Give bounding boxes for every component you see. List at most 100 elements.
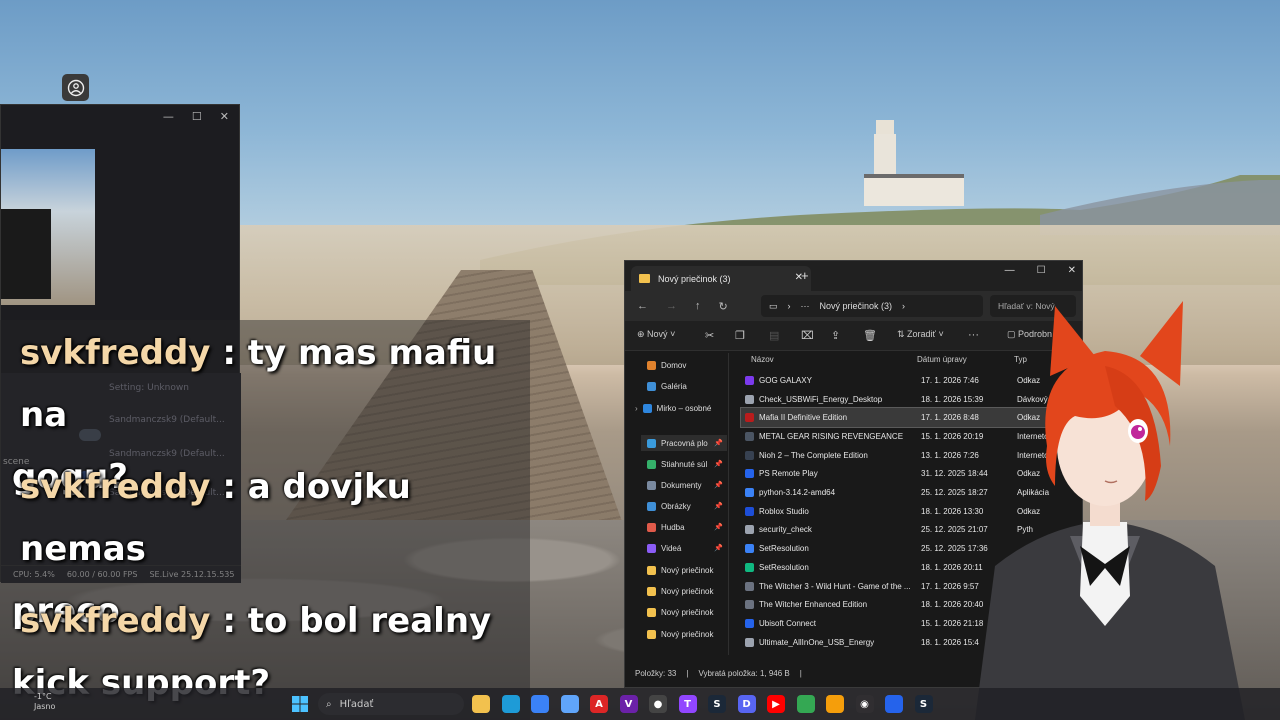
sidebar-item-videos[interactable]: Videá 📌 — [647, 540, 727, 556]
file-name: SetResolution — [759, 562, 809, 572]
up-arrow-icon[interactable]: ↑ — [695, 300, 701, 312]
sidebar-item-label: Mirko – osobné — [656, 403, 712, 413]
store-icon[interactable] — [531, 695, 549, 713]
sidebar-item-gallery[interactable]: Galéria — [647, 378, 727, 394]
app-15-icon[interactable] — [885, 695, 903, 713]
item-count: Položky: 33 — [635, 668, 677, 678]
close-button[interactable]: ✕ — [1068, 265, 1076, 276]
file-icon — [745, 600, 754, 610]
obs-icon[interactable]: ◉ — [855, 695, 874, 713]
desktop-icon — [647, 438, 656, 448]
file-name: Mafia II Definitive Edition — [759, 413, 848, 423]
file-icon — [745, 544, 754, 554]
file-icon — [745, 618, 754, 628]
file-icon — [745, 488, 754, 498]
taskbar: -1°C Jasno ⌕ Hľadať A V ● T S D ▶ ◉ S — [0, 688, 1280, 720]
refresh-icon[interactable]: ↻ — [719, 300, 728, 313]
gallery-icon — [647, 381, 656, 391]
file-icon — [745, 413, 754, 423]
github-icon[interactable]: ● — [649, 695, 667, 713]
sidebar-item-label: Videá — [661, 543, 682, 553]
amd-icon[interactable]: A — [590, 695, 608, 713]
minimize-icon[interactable]: — — [163, 110, 174, 123]
windows-start-icon[interactable] — [292, 696, 308, 712]
delete-icon[interactable]: 🗑 — [863, 329, 877, 342]
file-icon — [745, 637, 754, 647]
sidebar-item-desktop[interactable]: Pracovná plo 📌 — [641, 435, 727, 451]
tab-title: Nový priečinok (3) — [658, 273, 731, 284]
sidebar-item-folder[interactable]: Nový priečinok — [647, 583, 727, 599]
file-name: GOG GALAXY — [759, 375, 812, 385]
tab-folder[interactable]: Nový priečinok (3) ✕ — [631, 266, 811, 291]
file-name: security_check — [759, 525, 812, 535]
edge-icon[interactable] — [501, 695, 520, 713]
sidebar-item-music[interactable]: Hudba 📌 — [647, 519, 727, 535]
folder-icon — [647, 607, 656, 617]
minimize-button[interactable]: — — [1005, 265, 1015, 276]
sidebar-item-downloads[interactable]: Stiahnuté súl 📌 — [647, 456, 727, 472]
chevron-right-icon[interactable]: › — [635, 404, 638, 413]
app-4-icon[interactable] — [560, 695, 579, 713]
pin-icon: 📌 — [714, 440, 723, 447]
accessibility-icon[interactable] — [62, 74, 89, 101]
new-button[interactable]: ⊕ Nový ˅ — [637, 329, 675, 340]
steam-2-icon[interactable]: S — [914, 695, 933, 713]
obs-titlebar: — ☐ ✕ — [1, 105, 239, 127]
copy-icon[interactable]: ❐ — [735, 329, 745, 342]
chat-separator: : — [210, 601, 248, 641]
file-name: The Witcher 3 - Wild Hunt - Game of the … — [759, 581, 911, 591]
sidebar-item-folder[interactable]: Nový priečinok — [647, 562, 727, 578]
chrome-icon[interactable] — [796, 695, 815, 713]
cloud-icon — [642, 403, 652, 413]
back-arrow-icon[interactable]: ← — [637, 300, 648, 312]
file-icon — [745, 506, 754, 516]
youtube-icon[interactable]: ▶ — [767, 695, 785, 713]
sidebar-item-label: Pracovná plo — [661, 438, 708, 448]
maximize-button[interactable]: ☐ — [1037, 265, 1046, 276]
sidebar-item-pictures[interactable]: Obrázky 📌 — [647, 498, 727, 514]
folder-icon — [647, 629, 656, 639]
obs-preview[interactable] — [1, 149, 95, 305]
breadcrumb[interactable]: ▭ › ··· Nový priečinok (3) › — [761, 295, 983, 317]
new-tab-button[interactable]: + — [801, 268, 809, 283]
share-icon[interactable]: ⇪ — [831, 329, 840, 342]
maximize-icon[interactable]: ☐ — [192, 110, 202, 123]
weather-condition: Jasno — [34, 702, 56, 711]
folder-icon — [647, 565, 656, 575]
app-13-icon[interactable] — [826, 695, 844, 713]
file-icon — [745, 469, 754, 479]
home-icon — [647, 360, 656, 370]
chat-username: svkfreddy — [20, 467, 211, 507]
discord-icon[interactable]: D — [737, 695, 756, 713]
steam-icon[interactable]: S — [708, 695, 726, 713]
file-name: The Witcher Enhanced Edition — [759, 600, 868, 610]
breadcrumb-more[interactable]: ··· — [801, 301, 810, 311]
sidebar-item-label: Obrázky — [661, 501, 691, 511]
sidebar-item-home[interactable]: Domov — [647, 357, 727, 373]
weather-widget[interactable]: -1°C Jasno — [34, 692, 55, 712]
divider: | — [799, 668, 802, 678]
cut-icon[interactable]: ✂ — [705, 329, 714, 342]
chat-text: to bol realny — [247, 601, 492, 641]
rename-icon[interactable]: ⌧ — [801, 329, 814, 342]
twitch-icon[interactable]: T — [678, 695, 697, 713]
sidebar-item-label: Domov — [661, 360, 687, 370]
paste-icon[interactable]: ▤ — [769, 329, 779, 342]
file-name: Roblox Studio — [759, 506, 809, 516]
file-explorer-icon[interactable] — [472, 695, 490, 713]
sidebar-item-label: Nový priečinok — [661, 565, 714, 575]
explorer-tabbar: Nový priečinok (3) ✕ + — ☐ ✕ — [625, 261, 1082, 291]
sidebar-item-folder[interactable]: Nový priečinok — [647, 626, 727, 642]
vs-icon[interactable]: V — [619, 695, 638, 713]
taskbar-search-label: Hľadať — [339, 698, 374, 710]
sidebar-item-folder[interactable]: Nový priečinok — [647, 604, 727, 620]
forward-arrow-icon[interactable]: → — [666, 300, 677, 312]
sort-button[interactable]: ⇅ Zoradiť ˅ — [897, 329, 944, 340]
sidebar-item-documents[interactable]: Dokumenty 📌 — [647, 477, 727, 493]
sidebar-item-onedrive[interactable]: › Mirko – osobné — [635, 400, 715, 416]
close-icon[interactable]: ✕ — [220, 110, 229, 123]
file-name: Ultimate_AllInOne_USB_Energy — [759, 637, 875, 647]
column-header-name[interactable]: Názov — [751, 355, 774, 369]
breadcrumb-folder[interactable]: Nový priečinok (3) — [820, 301, 893, 311]
taskbar-search[interactable]: ⌕ Hľadať — [318, 693, 464, 715]
